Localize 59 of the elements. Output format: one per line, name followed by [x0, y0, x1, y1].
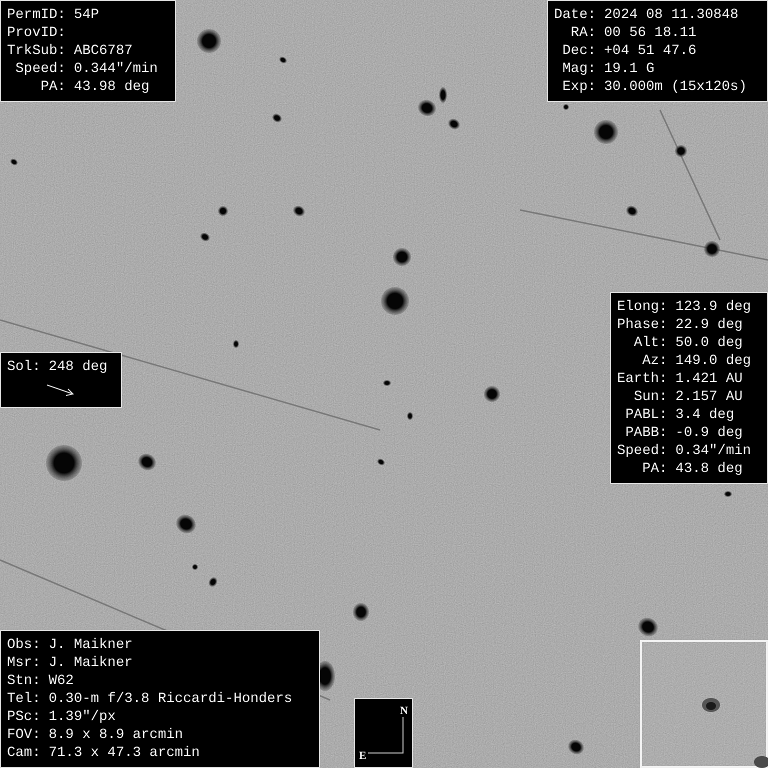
info-value: 0.344"/min: [74, 60, 159, 78]
info-label: Earth:: [617, 370, 668, 388]
info-value: 54P: [74, 6, 100, 24]
info-value: 2024 08 11.30848: [604, 6, 740, 24]
compass-north-label: N: [400, 706, 408, 717]
info-label: ProvID:: [7, 24, 66, 42]
info-label: Obs:: [7, 636, 41, 654]
info-label: PSc:: [7, 708, 41, 726]
info-value: W62: [48, 672, 75, 690]
info-value: 8.9 x 8.9 arcmin: [48, 726, 184, 744]
info-label: PABB:: [624, 424, 668, 442]
info-value: 0.30-m f/3.8 Riccardi-Honders: [48, 690, 294, 708]
info-value: 19.1 G: [604, 60, 656, 78]
info-label: Elong:: [617, 298, 668, 316]
info-value: 22.9 deg: [675, 316, 744, 334]
info-value: 2.157 AU: [675, 388, 744, 406]
info-value: 50.0 deg: [675, 334, 744, 352]
info-label: Speed:: [617, 442, 668, 460]
info-value: 149.0 deg: [675, 352, 752, 370]
info-label: Alt:: [632, 334, 668, 352]
sun-direction-arrow-icon: [46, 384, 74, 396]
info-label: Sun:: [632, 388, 668, 406]
info-label: Exp:: [561, 78, 596, 96]
info-value: 30.000m (15x120s): [604, 78, 748, 96]
info-value: 123.9 deg: [675, 298, 752, 316]
info-label: RA:: [570, 24, 596, 42]
info-value: 1.421 AU: [675, 370, 744, 388]
info-label: FOV:: [7, 726, 41, 744]
info-label: PermID:: [7, 6, 66, 24]
info-value: +04 51 47.6: [604, 42, 698, 60]
info-value: 43.98 deg: [74, 78, 150, 96]
info-label: PA:: [40, 78, 66, 96]
info-value: 3.4 deg: [675, 406, 736, 424]
compass-arms-icon: [368, 717, 404, 754]
info-value: 0.34"/min: [675, 442, 752, 460]
info-value: 71.3 x 47.3 arcmin: [48, 744, 201, 762]
info-label: Dec:: [561, 42, 596, 60]
info-label: Stn:: [7, 672, 41, 690]
info-value: J. Maikner: [48, 654, 134, 672]
info-label: Mag:: [561, 60, 596, 78]
info-label: Tel:: [7, 690, 41, 708]
info-label: Speed:: [14, 60, 66, 78]
info-value: 248 deg: [48, 358, 108, 376]
info-value: 00 56 18.11: [604, 24, 698, 42]
info-label: PA:: [641, 460, 668, 478]
info-label: Msr:: [7, 654, 41, 672]
info-label: Az:: [641, 352, 668, 370]
compass-east-label: E: [359, 751, 366, 762]
info-value: ABC6787: [74, 42, 134, 60]
info-label: Sol:: [7, 358, 41, 376]
info-value: 43.8 deg: [675, 460, 744, 478]
info-label: Phase:: [617, 316, 668, 334]
info-label: PABL:: [624, 406, 668, 424]
info-label: Date:: [554, 6, 596, 24]
info-label: Cam:: [7, 744, 41, 762]
info-label: TrkSub:: [7, 42, 66, 60]
info-value: -0.9 deg: [675, 424, 744, 442]
info-value: 1.39"/px: [48, 708, 117, 726]
info-value: J. Maikner: [48, 636, 134, 654]
